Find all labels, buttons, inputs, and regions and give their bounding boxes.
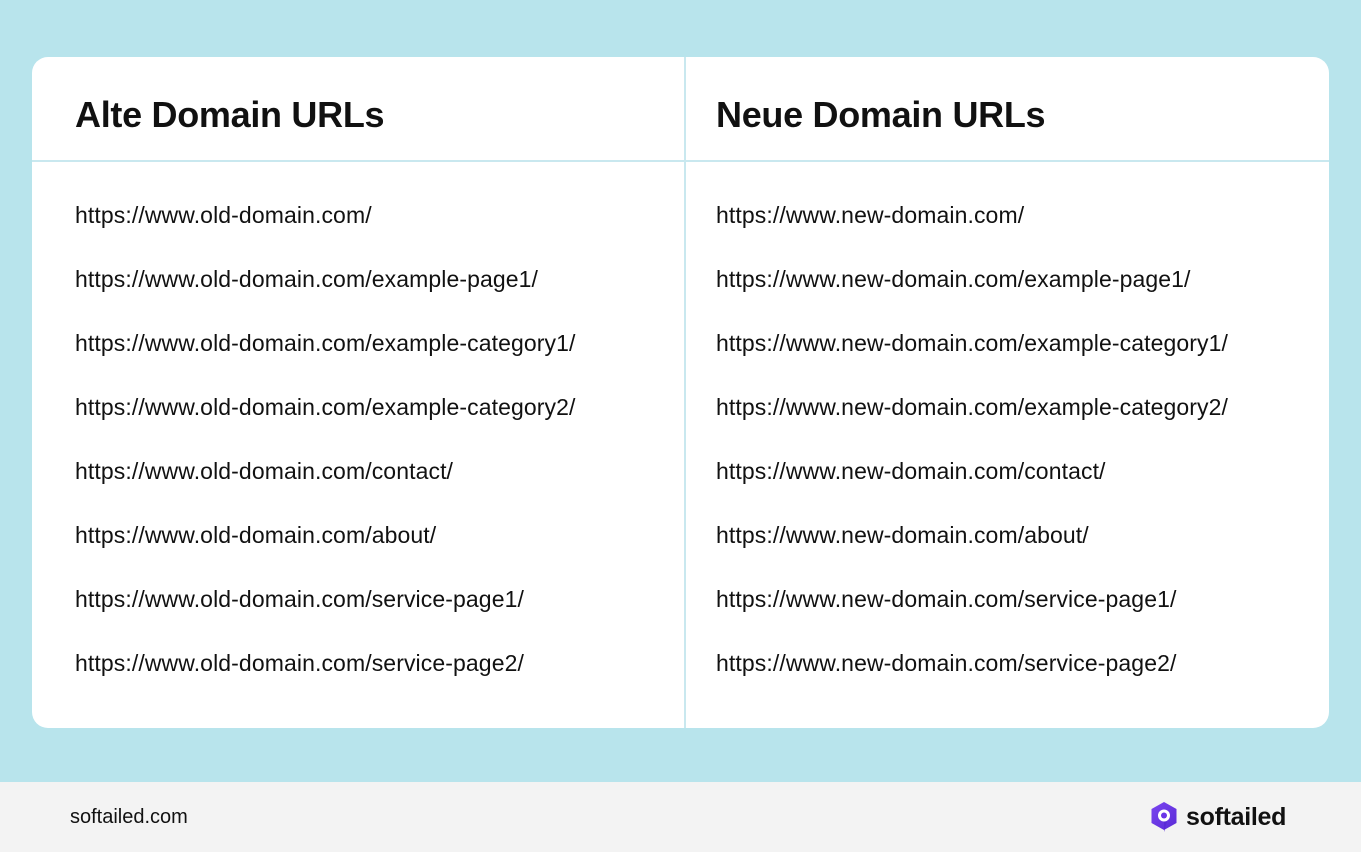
- url-comparison-table: Alte Domain URLs https://www.old-domain.…: [32, 57, 1329, 728]
- new-domain-url: https://www.new-domain.com/: [716, 202, 1025, 228]
- old-domain-column: Alte Domain URLs https://www.old-domain.…: [32, 57, 684, 728]
- old-domain-url: https://www.old-domain.com/example-categ…: [75, 394, 576, 420]
- new-domain-column-title: Neue Domain URLs: [716, 94, 1046, 135]
- brand-logo: softailed: [1150, 800, 1286, 834]
- new-domain-url: https://www.new-domain.com/service-page2…: [716, 650, 1177, 676]
- old-domain-url-list: https://www.old-domain.com/ https://www.…: [75, 200, 576, 712]
- old-domain-url: https://www.old-domain.com/example-categ…: [75, 330, 576, 356]
- new-domain-column: Neue Domain URLs https://www.new-domain.…: [686, 57, 1329, 728]
- old-domain-column-title: Alte Domain URLs: [75, 94, 385, 135]
- new-domain-url: https://www.new-domain.com/about/: [716, 522, 1089, 548]
- old-domain-url: https://www.old-domain.com/: [75, 202, 372, 228]
- footer-domain-text: softailed.com: [70, 806, 188, 828]
- new-domain-url-list: https://www.new-domain.com/ https://www.…: [716, 200, 1228, 712]
- new-domain-url: https://www.new-domain.com/service-page1…: [716, 586, 1177, 612]
- old-domain-url: https://www.old-domain.com/service-page2…: [75, 650, 524, 676]
- new-domain-url: https://www.new-domain.com/contact/: [716, 458, 1106, 484]
- header-divider: [32, 160, 1329, 162]
- brand-name: softailed: [1186, 803, 1287, 831]
- old-domain-url: https://www.old-domain.com/service-page1…: [75, 586, 524, 612]
- softailed-logo-icon: [1151, 802, 1177, 832]
- old-domain-url: https://www.old-domain.com/contact/: [75, 458, 454, 484]
- old-domain-url: https://www.old-domain.com/example-page1…: [75, 266, 539, 292]
- new-domain-url: https://www.new-domain.com/example-categ…: [716, 394, 1228, 420]
- new-domain-url: https://www.new-domain.com/example-categ…: [716, 330, 1228, 356]
- old-domain-url: https://www.old-domain.com/about/: [75, 522, 437, 548]
- new-domain-url: https://www.new-domain.com/example-page1…: [716, 266, 1191, 292]
- footer: softailed.com softailed: [0, 782, 1361, 852]
